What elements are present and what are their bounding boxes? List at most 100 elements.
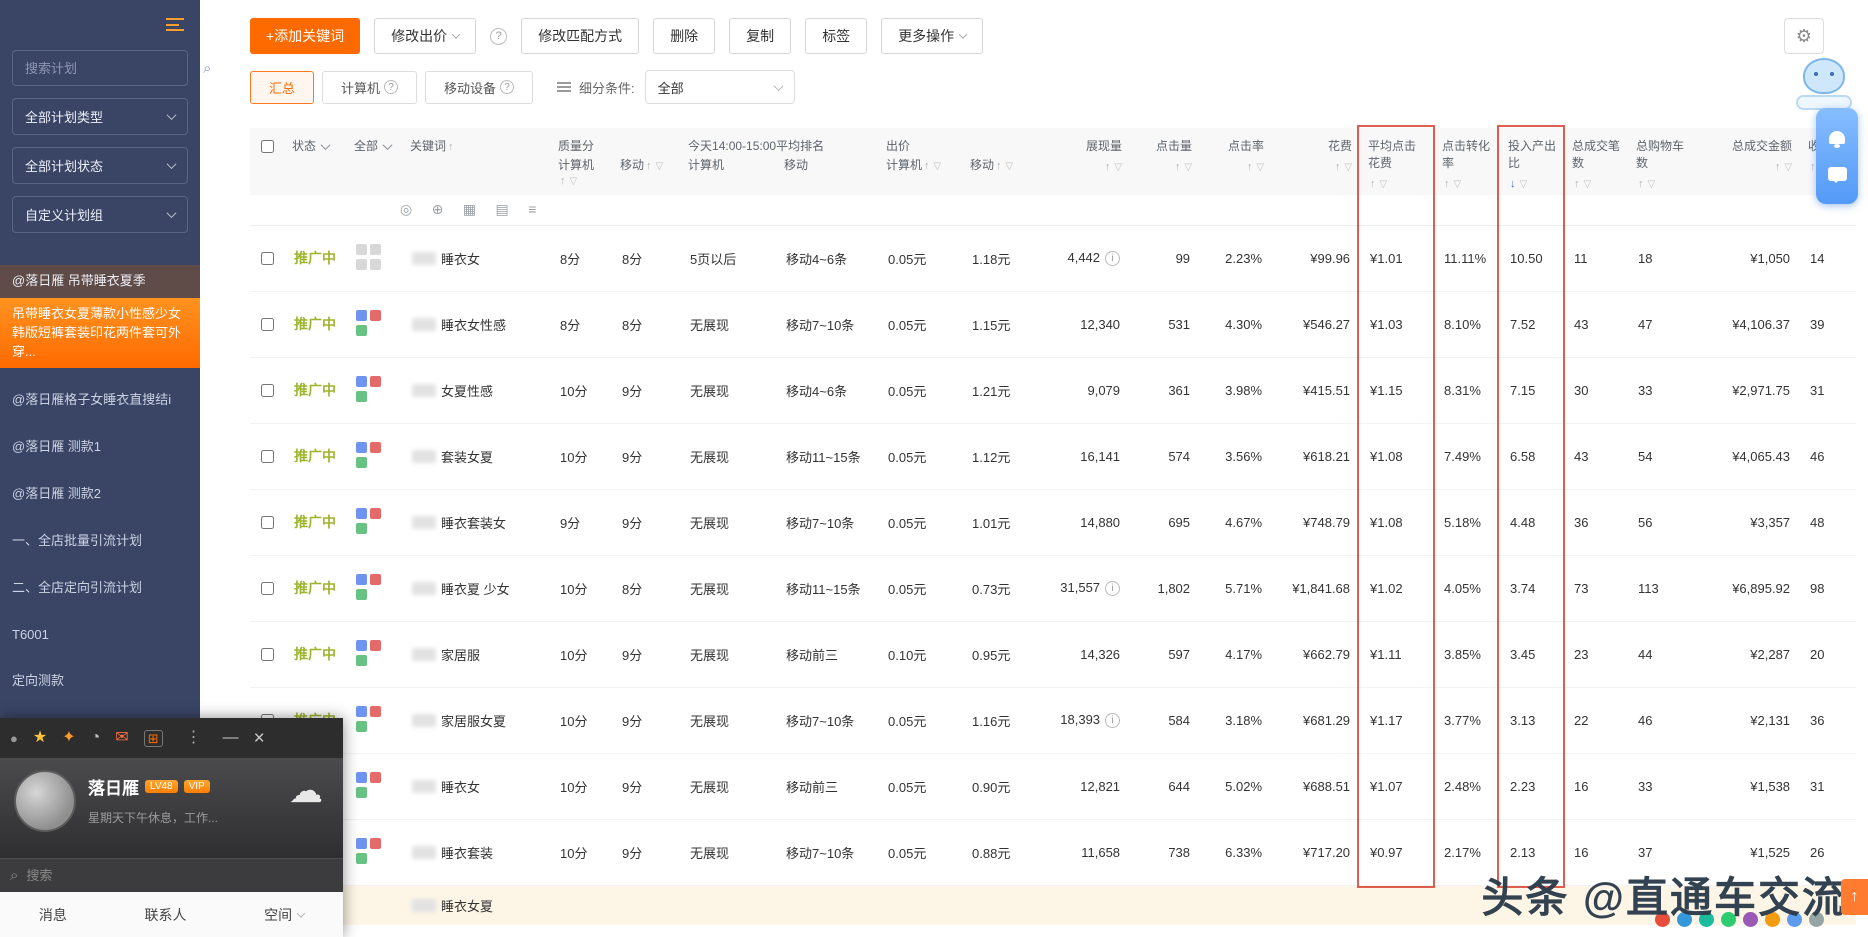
tab-messages[interactable]: 消息: [39, 905, 67, 925]
sort-up-icon[interactable]: ↑: [924, 160, 930, 172]
plan-type-dropdown[interactable]: 全部计划类型: [12, 98, 188, 135]
keyword-cell[interactable]: 睡衣女夏: [402, 885, 550, 925]
col-tags[interactable]: 全部: [346, 128, 402, 195]
chart-tool-icon[interactable]: ▤: [496, 201, 509, 218]
keyword-row[interactable]: 推广中家居服女夏10分9分无展现移动7~10条0.05元1.16元18,393i…: [250, 687, 1857, 754]
copy-button[interactable]: 复制: [729, 18, 792, 54]
sidebar-plan-item[interactable]: @落日雁 吊带睡衣夏季: [0, 265, 200, 298]
sort-up-icon[interactable]: ↑: [1444, 178, 1450, 190]
row-checkbox[interactable]: [261, 515, 274, 529]
col-impressions[interactable]: 展现量 ↑ ▽: [1038, 128, 1131, 195]
filter-funnel-icon[interactable]: ▽: [1454, 179, 1462, 190]
row-checkbox[interactable]: [261, 647, 274, 661]
sort-up-icon[interactable]: ↑: [1247, 161, 1253, 173]
keyword-row[interactable]: 推广中 家居服 10分 9分 无展现 移动前三 0.10元 0.95元 14,326 597 4.1…: [250, 621, 1857, 688]
more-actions-button[interactable]: 更多操作: [881, 18, 984, 54]
sort-up-icon[interactable]: ↑: [1105, 161, 1111, 173]
mail-icon[interactable]: ✉: [115, 730, 128, 746]
sort-up-icon[interactable]: ↑: [1335, 161, 1341, 173]
sort-up-icon[interactable]: ↑: [1574, 178, 1580, 190]
keyword-cell[interactable]: 家居服: [402, 621, 550, 688]
add-tool-icon[interactable]: ⊕: [432, 201, 444, 218]
col-orders[interactable]: 总成交笔数 ↑ ▽: [1564, 128, 1629, 195]
keyword-cell[interactable]: 睡衣夏 少女: [402, 555, 550, 622]
close-icon[interactable]: ×: [254, 729, 265, 748]
help-icon[interactable]: ?: [500, 80, 515, 94]
filter-funnel-icon[interactable]: ▽: [1584, 179, 1592, 190]
view-tab-2[interactable]: 移动设备?: [425, 70, 534, 104]
paw-icon[interactable]: ●: [10, 732, 18, 745]
minimize-icon[interactable]: —: [223, 730, 239, 746]
plan-search-input[interactable]: [23, 59, 203, 77]
avatar[interactable]: [14, 770, 76, 832]
filter-funnel-icon[interactable]: ▽: [1256, 162, 1264, 173]
sort-up-icon[interactable]: ↑: [1370, 178, 1376, 190]
sort-down-icon[interactable]: ↓: [1510, 178, 1516, 190]
keyword-cell[interactable]: 套装女夏: [402, 423, 550, 490]
subcol-pc[interactable]: 计算机↑▽: [878, 154, 963, 195]
filter-funnel-icon[interactable]: ▽: [1520, 179, 1528, 190]
filter-funnel-icon[interactable]: ▽: [656, 161, 664, 172]
keyword-row[interactable]: 推广中 睡衣女性感 8分 8分 无展现 移动7~10条 0.05元 1.15元 12,340 53…: [250, 291, 1857, 358]
col-avg-cpc[interactable]: 平均点击花费 ↑ ▽: [1360, 128, 1435, 195]
col-roi[interactable]: 投入产出比 ↓ ▽: [1500, 128, 1565, 195]
keyword-cell[interactable]: 睡衣女性感: [402, 291, 550, 358]
view-tab-1[interactable]: 计算机?: [322, 70, 418, 104]
keyword-cell[interactable]: 睡衣女: [402, 753, 550, 820]
sort-up-icon[interactable]: ↑: [996, 160, 1002, 172]
filter-funnel-icon[interactable]: ▽: [1380, 179, 1388, 190]
target-tool-icon[interactable]: ◎: [400, 201, 412, 218]
sort-up-icon[interactable]: ↑: [646, 160, 652, 172]
filter-funnel-icon[interactable]: ▽: [1648, 179, 1656, 190]
taobao-icon[interactable]: ⊞: [143, 729, 163, 747]
delete-button[interactable]: 删除: [653, 18, 716, 54]
keyword-cell[interactable]: 睡衣套装: [402, 819, 550, 886]
tab-contacts[interactable]: 联系人: [144, 905, 186, 925]
bell-icon[interactable]: [1829, 131, 1845, 148]
info-icon[interactable]: i: [1105, 581, 1121, 597]
segment-select[interactable]: 全部: [644, 70, 795, 104]
col-status[interactable]: 状态: [284, 128, 346, 195]
select-all-checkbox[interactable]: [261, 140, 274, 153]
tag-button[interactable]: 标签: [805, 18, 868, 54]
clock-icon[interactable]: ◔: [91, 730, 101, 746]
chat-search-input[interactable]: [24, 867, 333, 884]
filter-funnel-icon[interactable]: ▽: [1784, 162, 1792, 173]
modify-match-button[interactable]: 修改匹配方式: [521, 18, 640, 54]
view-tab-0[interactable]: 汇总: [250, 70, 315, 104]
gift-icon[interactable]: ✦: [62, 730, 75, 746]
keyword-row[interactable]: 推广中睡衣女10分9分无展现移动前三0.05元0.90元12,8216445.0…: [250, 753, 1857, 820]
row-checkbox[interactable]: [261, 449, 274, 463]
keyword-cell[interactable]: 女夏性感: [402, 357, 550, 424]
sidebar-plan-item[interactable]: 一、全店批量引流计划: [0, 525, 200, 558]
message-icon[interactable]: [1827, 167, 1847, 183]
keyword-row[interactable]: 推广中 睡衣女 8分 8分 5页以后 移动4~6条 0.05元 1.18元 4,442 i 99 2.…: [250, 225, 1857, 292]
sidebar-plan-item[interactable]: 二、全店定向引流计划: [0, 572, 200, 605]
grid-tool-icon[interactable]: ▦: [463, 201, 476, 218]
info-icon[interactable]: i: [1105, 251, 1121, 267]
subcol-mobile[interactable]: 移动 ↑ ▽: [962, 154, 1039, 195]
sidebar-plan-item[interactable]: 定向测款: [0, 665, 200, 698]
filter-funnel-icon[interactable]: ▽: [1114, 162, 1122, 173]
keyword-row[interactable]: 推广中 套装女夏 10分 9分 无展现 移动11~15条 0.05元 1.12元 16,141 5…: [250, 423, 1857, 490]
plan-search-box[interactable]: ⌕: [12, 50, 211, 86]
keyword-row[interactable]: 推广中 睡衣套装女 9分 9分 无展现 移动7~10条 0.05元 1.01元 14,880 69…: [250, 489, 1857, 556]
more-menu-icon[interactable]: ⋮: [186, 730, 202, 746]
col-keyword[interactable]: 关键词 ↑: [402, 128, 550, 195]
col-clicks[interactable]: 点击量 ↑ ▽: [1130, 128, 1201, 195]
add-keyword-button[interactable]: +添加关键词: [250, 18, 361, 54]
keyword-row[interactable]: 推广中 睡衣夏 少女 10分 8分 无展现 移动11~15条 0.05元 0.73元 31,55…: [250, 555, 1857, 622]
keyword-cell[interactable]: 睡衣套装女: [402, 489, 550, 556]
col-carts[interactable]: 总购物车数 ↑ ▽: [1628, 128, 1697, 195]
row-checkbox[interactable]: [261, 317, 274, 331]
col-conversion-rate[interactable]: 点击转化率 ↑ ▽: [1434, 128, 1501, 195]
sidebar-plan-item[interactable]: 吊带睡衣女夏薄款小性感少女韩版短裤套装印花两件套可外穿...: [0, 297, 200, 369]
help-icon[interactable]: ?: [384, 80, 399, 94]
filter-funnel-icon[interactable]: ▽: [570, 176, 578, 187]
sort-up-icon[interactable]: ↑: [1810, 161, 1816, 173]
row-checkbox[interactable]: [261, 581, 274, 595]
filter-funnel-icon[interactable]: ▽: [934, 161, 942, 172]
settings-button[interactable]: ⚙: [1784, 18, 1824, 54]
sidebar-plan-item[interactable]: @落日雁 测款2: [0, 478, 200, 511]
info-icon[interactable]: i: [1105, 713, 1121, 729]
